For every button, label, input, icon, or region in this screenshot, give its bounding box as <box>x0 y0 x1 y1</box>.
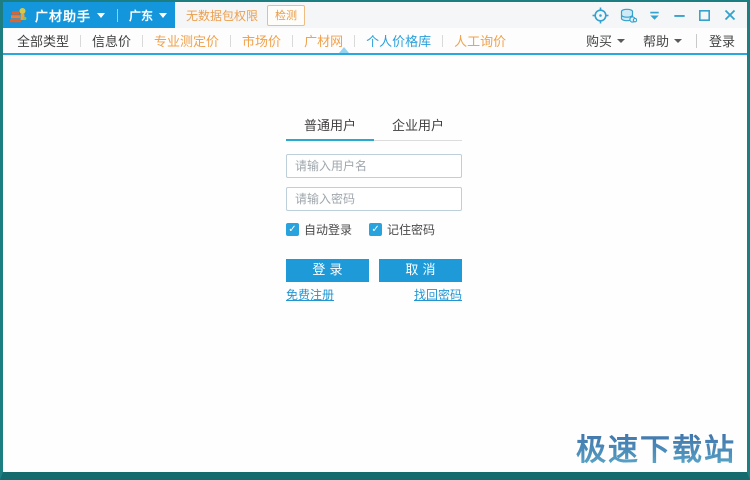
remember-password-checkbox[interactable]: 记住密码 <box>369 221 435 238</box>
active-tab-notch <box>339 47 349 53</box>
help-caret-icon <box>674 39 682 43</box>
tab-separator <box>142 35 143 47</box>
minimize-icon[interactable] <box>672 8 687 23</box>
nav-toolbar: 全部类型 信息价 专业测定价 市场价 广材网 个人价格库 人工询价 购买 帮助 … <box>3 28 747 55</box>
help-menu[interactable]: 帮助 <box>643 31 682 50</box>
tab-separator <box>80 35 81 47</box>
main-content: 普通用户 企业用户 自动登录 记住密码 登 录 取 消 免费 <box>3 57 747 472</box>
app-title-menu[interactable]: 广材助手 <box>35 6 91 25</box>
login-button[interactable]: 登 录 <box>286 259 369 282</box>
tab-separator <box>442 35 443 47</box>
titlebar-left-section: 广材助手 广东 <box>3 2 175 28</box>
window-controls <box>592 7 747 24</box>
buy-caret-icon <box>617 39 625 43</box>
nav-tab-gc-net[interactable]: 广材网 <box>304 31 343 50</box>
auto-login-label: 自动登录 <box>304 221 352 238</box>
buy-menu[interactable]: 购买 <box>586 31 625 50</box>
auto-login-checkbox[interactable]: 自动登录 <box>286 221 352 238</box>
region-selector[interactable]: 广东 <box>129 7 153 24</box>
nav-tab-market-price[interactable]: 市场价 <box>242 31 281 50</box>
tab-separator <box>354 35 355 47</box>
menu-divider <box>696 34 697 48</box>
check-permission-button[interactable]: 检测 <box>267 5 305 26</box>
nav-tab-manual-inquiry[interactable]: 人工询价 <box>454 31 506 50</box>
login-tabs: 普通用户 企业用户 <box>286 114 462 141</box>
button-row: 登 录 取 消 <box>286 259 462 282</box>
remember-password-label: 记住密码 <box>387 221 435 238</box>
data-package-icon[interactable] <box>619 7 637 24</box>
tab-enterprise-user[interactable]: 企业用户 <box>374 114 462 140</box>
password-input[interactable] <box>286 187 462 211</box>
permission-status-text: 无数据包权限 <box>186 7 258 24</box>
watermark-text: 极速下载站 <box>576 425 736 469</box>
checkbox-row: 自动登录 记住密码 <box>286 221 462 238</box>
region-caret-icon[interactable] <box>159 13 167 18</box>
collapse-icon[interactable] <box>647 8 662 23</box>
nav-tab-professional-price[interactable]: 专业测定价 <box>154 31 219 50</box>
nav-tab-all-types[interactable]: 全部类型 <box>17 31 69 50</box>
nav-tab-personal-price-lib[interactable]: 个人价格库 <box>366 31 431 50</box>
app-title-caret-icon[interactable] <box>97 13 105 18</box>
help-menu-label: 帮助 <box>643 31 669 50</box>
titlebar-divider <box>117 9 118 22</box>
toolbar-right-menu: 购买 帮助 登录 <box>586 31 735 50</box>
buy-menu-label: 购买 <box>586 31 612 50</box>
checkbox-checked-icon <box>286 223 299 236</box>
link-row: 免费注册 找回密码 <box>286 286 462 303</box>
cancel-button[interactable]: 取 消 <box>379 259 462 282</box>
login-panel: 普通用户 企业用户 自动登录 记住密码 登 录 取 消 免费 <box>286 114 462 303</box>
titlebar: 广材助手 广东 无数据包权限 检测 <box>3 2 747 28</box>
close-icon[interactable] <box>722 7 738 23</box>
top-login-button[interactable]: 登录 <box>709 31 735 50</box>
locate-icon[interactable] <box>592 7 609 24</box>
app-window: 广材助手 广东 无数据包权限 检测 <box>0 0 750 480</box>
nav-tab-info-price[interactable]: 信息价 <box>92 31 131 50</box>
tab-separator <box>292 35 293 47</box>
maximize-icon[interactable] <box>697 8 712 23</box>
tab-separator <box>230 35 231 47</box>
tab-normal-user[interactable]: 普通用户 <box>286 114 374 140</box>
forgot-password-link[interactable]: 找回密码 <box>414 286 462 303</box>
username-input[interactable] <box>286 154 462 178</box>
free-register-link[interactable]: 免费注册 <box>286 286 334 303</box>
app-logo-icon <box>9 6 28 25</box>
checkbox-checked-icon <box>369 223 382 236</box>
